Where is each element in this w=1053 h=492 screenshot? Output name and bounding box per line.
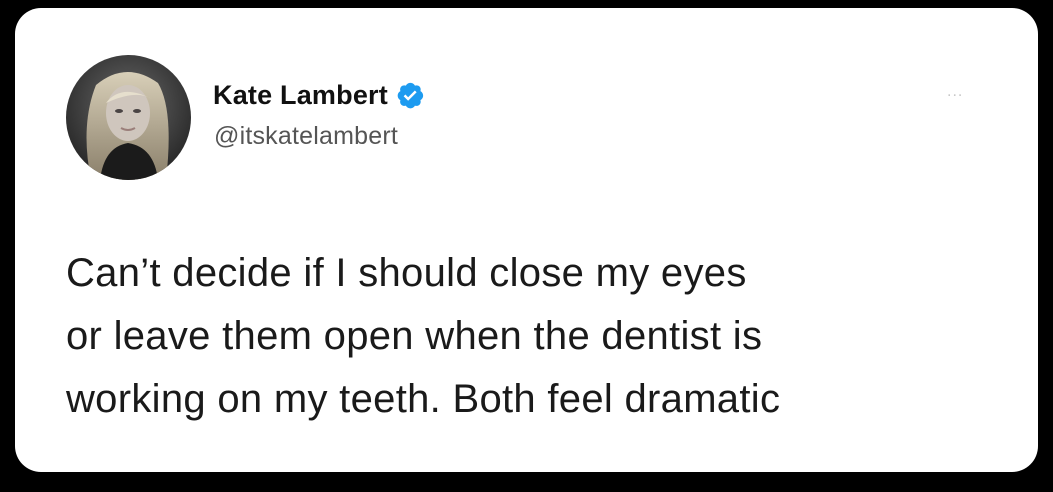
author-name-row: Kate Lambert [213,78,425,112]
verified-badge-icon [395,80,425,110]
author-handle[interactable]: @itskatelambert [214,122,398,151]
more-options-icon[interactable]: ... [947,84,987,100]
tweet-text-line: working on my teeth. Both feel dramatic [66,377,781,421]
profile-avatar[interactable] [66,55,191,180]
author-display-name[interactable]: Kate Lambert [213,80,388,111]
tweet-text-line: or leave them open when the dentist is [66,314,763,358]
tweet-text-line: Can’t decide if I should close my eyes [66,251,747,295]
tweet-card: Kate Lambert @itskatelambert ... Can’t d… [15,8,1038,472]
profile-photo-icon [66,55,191,180]
tweet-body: Can’t decide if I should close my eyes o… [66,242,1026,431]
